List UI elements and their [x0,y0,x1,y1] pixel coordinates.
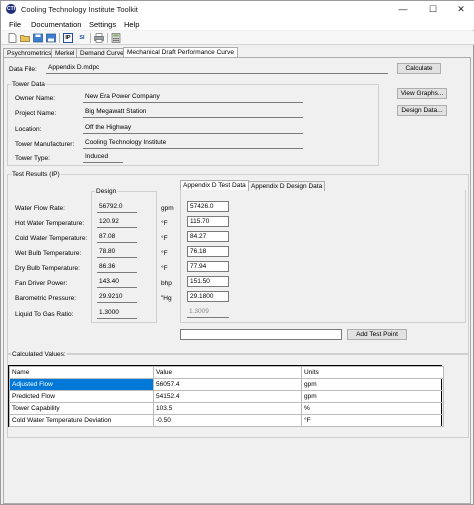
project-name-label: Project Name: [15,110,57,117]
design-title: Design [95,188,118,195]
cold-water-temperature-unit: °F [161,235,168,242]
test-water-flow-rate-input[interactable]: 57426.0 [187,201,229,212]
water-flow-rate-unit: gpm [161,205,174,212]
calculate-button[interactable]: Calculate [397,63,441,74]
save-all-icon[interactable] [46,33,56,43]
table-row[interactable]: Predicted Flow 54152.4 gpm [9,390,444,403]
design-cold-water-temperature: 87.08 [97,232,137,243]
wet-bulb-temperature-label: Wet Bulb Temperature: [15,250,82,257]
app-window: CTI Cooling Technology Institute Toolkit… [0,0,474,505]
add-test-point-button[interactable]: Add Test Point [347,329,407,340]
test-dry-bulb-temperature-input[interactable]: 77.94 [187,261,229,272]
calculated-values-table: Name Value Units Adjusted Flow 56057.4 g… [8,365,444,427]
test-hot-water-temperature-input[interactable]: 115.70 [187,216,229,227]
design-data-button[interactable]: Design Data... [397,105,447,116]
test-wet-bulb-temperature-input[interactable]: 76.18 [187,246,229,257]
test-liquid-to-gas-ratio: 1.3009 [187,307,229,318]
fan-driver-power-label: Fan Driver Power: [15,280,68,287]
dry-bulb-temperature-label: Dry Bulb Temperature: [15,265,80,272]
location-field[interactable]: Off the Highway [83,123,303,134]
location-label: Location: [15,126,42,133]
fan-driver-power-unit: bhp [161,280,172,287]
test-point-name-input[interactable] [180,329,342,340]
table-row[interactable]: Cold Water Temperature Deviation -0.50 °… [9,414,444,427]
cell-name[interactable]: Predicted Flow [9,390,154,403]
menu-help[interactable]: Help [124,20,139,29]
tower-type-field[interactable]: Induced [83,152,123,163]
si-units-icon[interactable]: SI [77,33,87,43]
liquid-to-gas-ratio-label: Liquid To Gas Ratio: [15,311,74,318]
ip-units-icon[interactable]: IP [63,33,73,43]
toolbar-separator [59,33,60,43]
menu-file[interactable]: File [9,20,21,29]
menu-bar: File Documentation Settings Help [1,17,474,30]
cell-value[interactable]: 56057.4 [153,378,302,391]
table-row[interactable]: Adjusted Flow 56057.4 gpm [9,378,444,391]
cell-name[interactable]: Cold Water Temperature Deviation [9,414,154,427]
app-logo-icon: CTI [6,4,16,14]
table-header-row: Name Value Units [9,366,444,379]
water-flow-rate-label: Water Flow Rate: [15,205,65,212]
window-title: Cooling Technology Institute Toolkit [21,5,138,14]
design-hot-water-temperature: 120.92 [97,217,137,228]
test-barometric-pressure-input[interactable]: 29.1800 [187,291,229,302]
barometric-pressure-label: Barometric Pressure: [15,295,77,302]
test-cold-water-temperature-input[interactable]: 84.27 [187,231,229,242]
cell-name[interactable]: Adjusted Flow [9,378,154,391]
cell-value[interactable]: -0.50 [153,414,302,427]
owner-name-label: Owner Name: [15,95,56,102]
test-results-title: Test Results (IP) [11,171,61,178]
cold-water-temperature-label: Cold Water Temperature: [15,235,88,242]
column-header-name[interactable]: Name [9,366,154,379]
hot-water-temperature-unit: °F [161,220,168,227]
tower-manufacturer-label: Tower Manufacturer: [15,141,75,148]
cell-units[interactable]: % [301,402,444,415]
cell-units[interactable]: °F [301,414,444,427]
design-wet-bulb-temperature: 78.80 [97,247,137,258]
mechanical-draft-tab-page: Data File: Appendix D.mdpc Calculate Tow… [3,57,471,504]
design-barometric-pressure: 29.9210 [97,292,137,303]
dry-bulb-temperature-unit: °F [161,265,168,272]
wet-bulb-temperature-unit: °F [161,250,168,257]
view-graphs-button[interactable]: View Graphs... [397,88,447,99]
cell-value[interactable]: 103.5 [153,402,302,415]
new-file-icon[interactable] [7,33,17,43]
hot-water-temperature-label: Hot Water Temperature: [15,220,84,227]
design-dry-bulb-temperature: 86.36 [97,262,137,273]
toolbar: IP SI [1,31,474,45]
cell-value[interactable]: 54152.4 [153,390,302,403]
column-header-units[interactable]: Units [301,366,444,379]
print-icon[interactable] [94,33,104,43]
data-file-label: Data File: [9,66,37,73]
title-bar: CTI Cooling Technology Institute Toolkit… [1,1,474,17]
test-fan-driver-power-input[interactable]: 151.50 [187,276,229,287]
minimize-button[interactable]: — [389,1,417,17]
open-folder-icon[interactable] [20,33,30,43]
design-fan-driver-power: 143.40 [97,277,137,288]
project-name-field[interactable]: Big Megawatt Station [83,107,303,118]
menu-documentation[interactable]: Documentation [31,20,81,29]
toolbar-separator [107,33,108,43]
tower-data-title: Tower Data [11,81,46,88]
tower-manufacturer-field[interactable]: Cooling Technology Institute [83,138,303,149]
table-row[interactable]: Tower Capability 103.5 % [9,402,444,415]
cell-units[interactable]: gpm [301,390,444,403]
cell-name[interactable]: Tower Capability [9,402,154,415]
design-water-flow-rate: 56792.0 [97,202,137,213]
design-liquid-to-gas-ratio: 1.3000 [97,308,137,319]
close-button[interactable]: ✕ [447,1,474,17]
toolbar-separator [90,33,91,43]
tower-type-label: Tower Type: [15,155,50,162]
maximize-button[interactable]: ☐ [419,1,447,17]
data-file-field[interactable]: Appendix D.mdpc [46,63,388,74]
save-icon[interactable] [33,33,43,43]
owner-name-field[interactable]: New Era Power Company [83,92,303,103]
menu-settings[interactable]: Settings [89,20,116,29]
cell-units[interactable]: gpm [301,378,444,391]
tab-appendix-d-test-data[interactable]: Appendix D Test Data [180,180,249,190]
calculated-values-title: Calculated Values: [11,351,67,358]
calculator-icon[interactable] [111,33,121,43]
column-header-value[interactable]: Value [153,366,302,379]
barometric-pressure-unit: "Hg [161,295,172,302]
